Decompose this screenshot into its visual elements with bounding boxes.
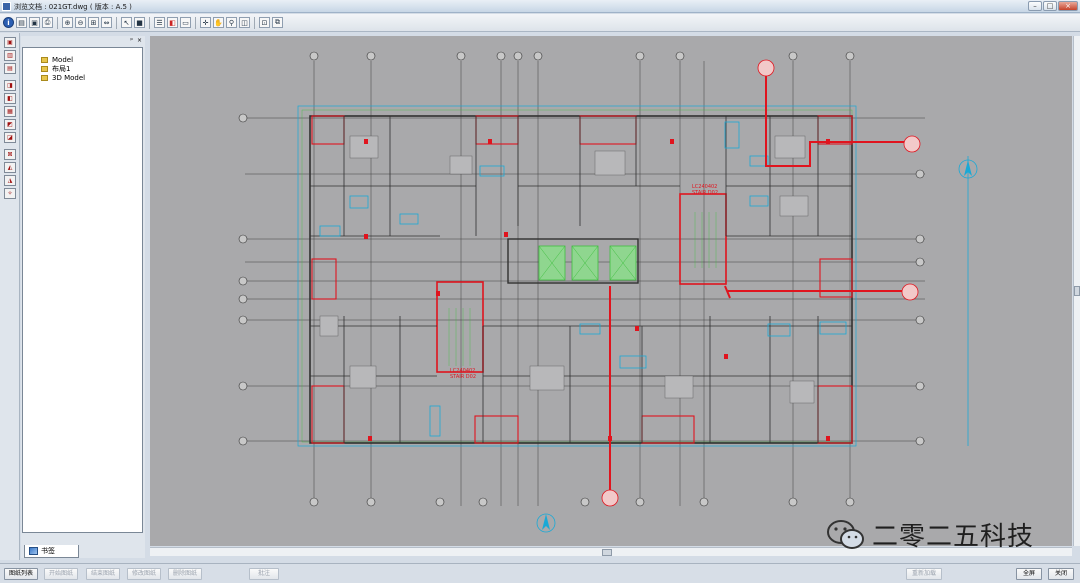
annotation-button[interactable]: 批注: [249, 568, 279, 580]
tree-item-label: 布局1: [52, 65, 71, 73]
wechat-logo-icon: [827, 519, 864, 549]
toolbar-separator: [254, 16, 255, 29]
folder-icon: [41, 75, 48, 81]
stair-label-2b: STAIR D02: [450, 374, 476, 380]
bookmark-icon: [29, 547, 38, 555]
view-left-icon[interactable]: ▤: [4, 63, 16, 74]
select-icon[interactable]: ↖: [121, 17, 132, 28]
color-icon[interactable]: ◧: [167, 17, 178, 28]
zoom-window-icon[interactable]: ⊞: [88, 17, 99, 28]
tree-item-3d-model[interactable]: 3D Model: [41, 74, 85, 82]
fullscreen-button[interactable]: 全屏: [1016, 568, 1042, 580]
view-right-icon[interactable]: ◨: [4, 80, 16, 91]
section-icon[interactable]: ⊠: [4, 149, 16, 160]
scroll-thumb[interactable]: [602, 549, 612, 556]
export-icon[interactable]: ⧉: [272, 17, 283, 28]
stair-label-1b: STAIR D02: [692, 190, 718, 196]
tree-item-layout1[interactable]: 布局1: [41, 65, 70, 73]
main-toolbar: i ▤ ▣ ⎙ ⊕ ⊖ ⊞ ⇔ ↖ ■ ☰ ◧ ▭ ✛ ✋ ⚲ ◫ ⊡ ⧉: [0, 14, 1080, 32]
info-icon[interactable]: i: [3, 17, 14, 28]
print-icon[interactable]: ⎙: [42, 17, 53, 28]
folder-icon: [41, 57, 48, 63]
render-icon[interactable]: ◮: [4, 175, 16, 186]
bookmark-tab[interactable]: 书签: [24, 545, 79, 558]
hand-icon[interactable]: ✋: [213, 17, 224, 28]
measure-icon[interactable]: ◫: [239, 17, 250, 28]
toolbar-separator: [195, 16, 196, 29]
edit-sheet-button[interactable]: 修改图纸: [127, 568, 161, 580]
toolbar-separator: [116, 16, 117, 29]
zoom-extents-icon[interactable]: ⇔: [101, 17, 112, 28]
pan-icon[interactable]: ✛: [200, 17, 211, 28]
panel-header: ᵖ ×: [21, 36, 145, 46]
start-sheet-button[interactable]: 开始图纸: [44, 568, 78, 580]
close-panel-icon[interactable]: ×: [137, 37, 142, 44]
watermark-text: 二零二五科技: [872, 522, 1035, 552]
shade-icon[interactable]: ◭: [4, 162, 16, 173]
text-icon[interactable]: ▭: [180, 17, 191, 28]
fit-icon[interactable]: ⊡: [259, 17, 270, 28]
bookmark-tab-label: 书签: [41, 547, 55, 555]
scroll-thumb[interactable]: [1074, 286, 1080, 296]
watermark: 二零二五科技: [826, 516, 1034, 553]
layout-tree: Model 布局1 3D Model: [22, 47, 143, 533]
minimize-button[interactable]: –: [1028, 1, 1042, 11]
vertical-scrollbar[interactable]: [1073, 36, 1080, 546]
zoom-icon[interactable]: ⚲: [226, 17, 237, 28]
close-window-button[interactable]: ×: [1058, 1, 1078, 11]
left-tool-strip: ▣ ▥ ▤ ◨ ◧ ▦ ◩ ◪ ⊠ ◭ ◮ ✧: [0, 33, 20, 560]
reload-button[interactable]: 重新加载: [906, 568, 942, 580]
view-front-icon[interactable]: ◧: [4, 93, 16, 104]
toolbar-separator: [149, 16, 150, 29]
toolbar-separator: [57, 16, 58, 29]
save-icon[interactable]: ▣: [29, 17, 40, 28]
window-title: 浏览文档 : 021GT.dwg ( 版本 : A.5 ): [14, 3, 132, 11]
close-button[interactable]: 关闭: [1048, 568, 1074, 580]
open-icon[interactable]: ▤: [16, 17, 27, 28]
light-icon[interactable]: ✧: [4, 188, 16, 199]
zoom-out-icon[interactable]: ⊖: [75, 17, 86, 28]
drawing-canvas[interactable]: LC240402 STAIR D02 LC240402 STAIR D02: [150, 36, 1072, 546]
end-sheet-button[interactable]: 结束图纸: [86, 568, 120, 580]
delete-sheet-button[interactable]: 删除图纸: [168, 568, 202, 580]
view-back-icon[interactable]: ▦: [4, 106, 16, 117]
maximize-button[interactable]: □: [1043, 1, 1057, 11]
status-bar: 图纸列表 开始图纸 结束图纸 修改图纸 删除图纸 批注 重新加载 全屏 关闭: [0, 563, 1080, 583]
sheet-list-button[interactable]: 图纸列表: [4, 568, 38, 580]
tree-item-label: Model: [52, 56, 74, 64]
tree-item-label: 3D Model: [52, 74, 86, 82]
view-iso-icon[interactable]: ◩: [4, 119, 16, 130]
view-iso2-icon[interactable]: ◪: [4, 132, 16, 143]
layer-list-icon[interactable]: ☰: [154, 17, 165, 28]
window-controls: – □ ×: [1028, 1, 1078, 11]
layout-panel: ᵖ × Model 布局1 3D Model 书签: [21, 36, 145, 558]
app-icon: [2, 2, 11, 11]
title-bar: 浏览文档 : 021GT.dwg ( 版本 : A.5 ) – □ ×: [0, 0, 1080, 13]
tree-item-model[interactable]: Model: [41, 56, 73, 64]
view-top-icon[interactable]: ▣: [4, 37, 16, 48]
view-bottom-icon[interactable]: ▥: [4, 50, 16, 61]
pin-icon[interactable]: ᵖ: [130, 37, 133, 44]
folder-icon: [41, 66, 48, 72]
layer-icon[interactable]: ■: [134, 17, 145, 28]
floor-plan: LC240402 STAIR D02 LC240402 STAIR D02: [238, 51, 978, 533]
zoom-in-icon[interactable]: ⊕: [62, 17, 73, 28]
